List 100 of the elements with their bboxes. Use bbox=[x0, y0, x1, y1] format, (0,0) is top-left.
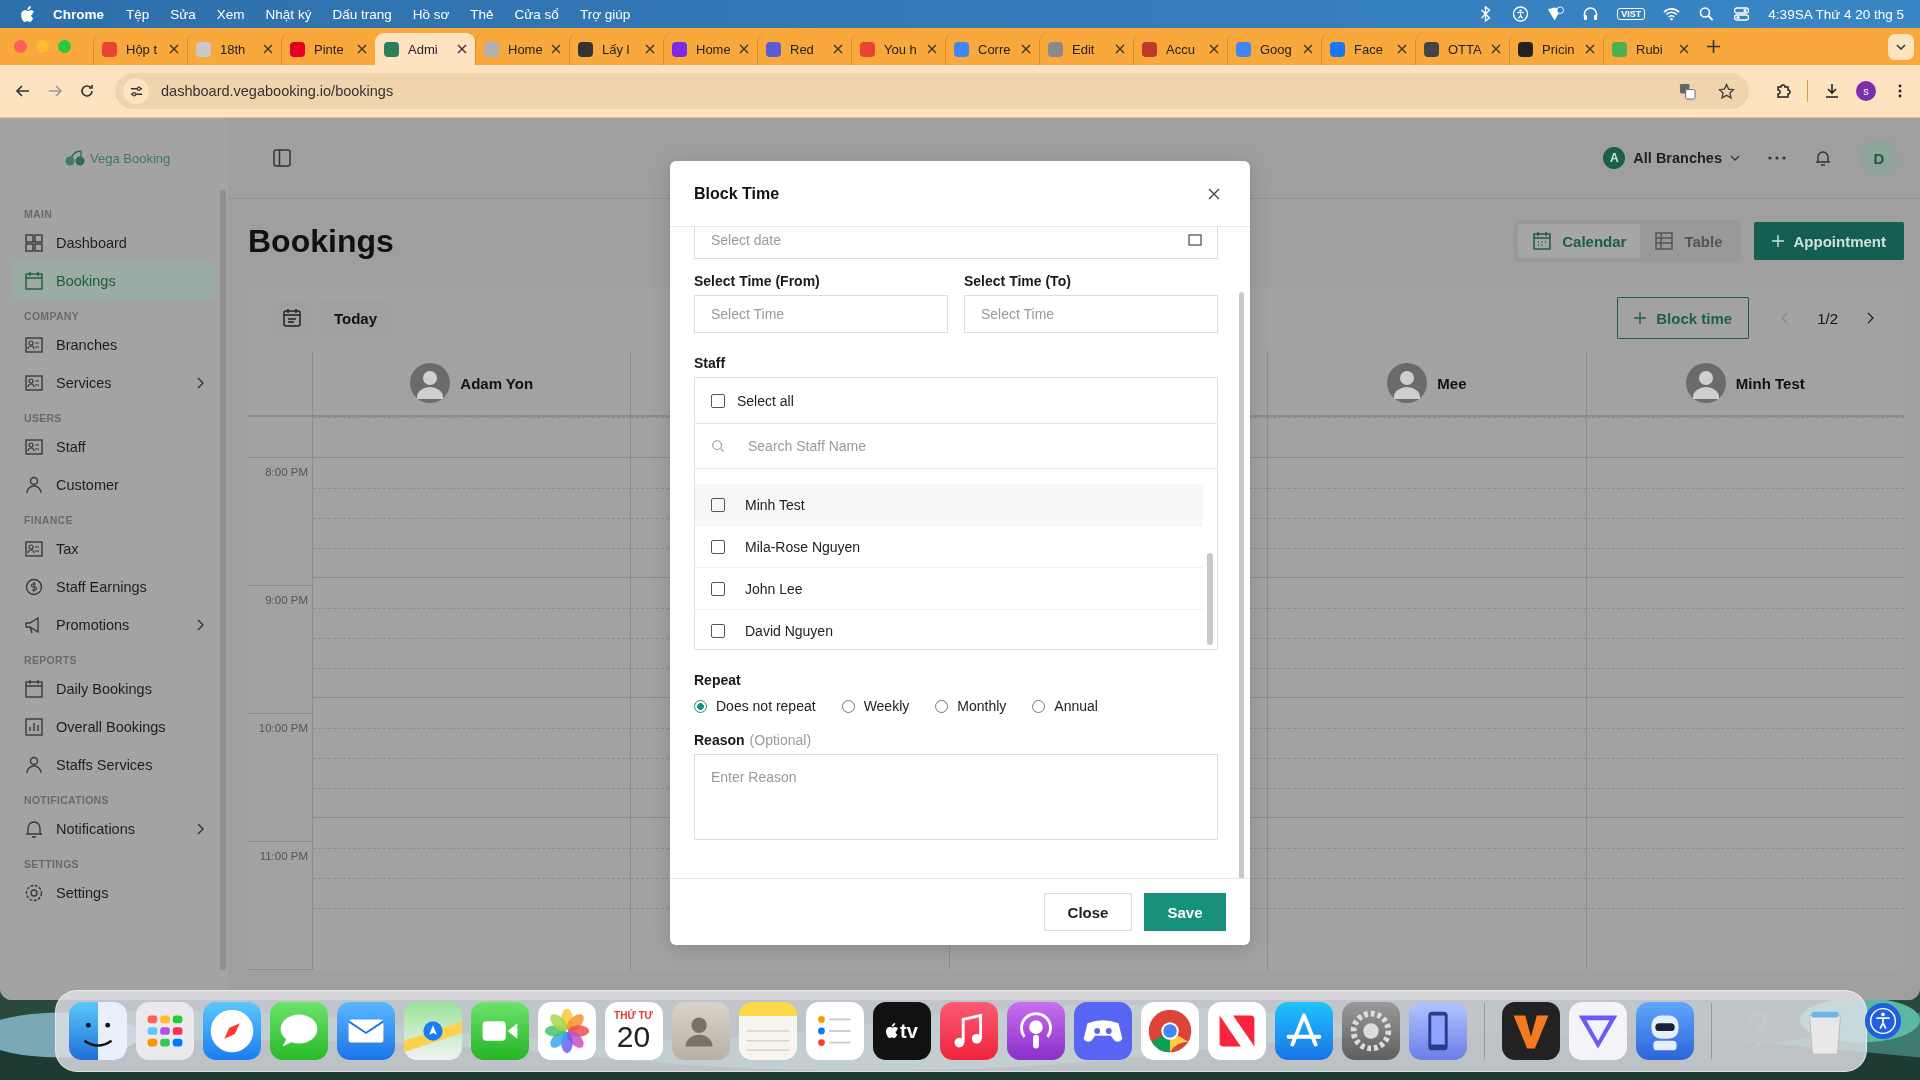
menu-item[interactable]: Hồ sơ bbox=[412, 6, 450, 22]
close-button[interactable]: Close bbox=[1044, 893, 1132, 931]
gear-icon[interactable] bbox=[1341, 1002, 1400, 1060]
menu-item[interactable]: Nhật ký bbox=[265, 6, 312, 22]
wifi-icon[interactable] bbox=[1663, 6, 1681, 22]
close-icon[interactable] bbox=[1209, 44, 1219, 54]
chevron-right-icon[interactable] bbox=[196, 377, 204, 389]
chat-bubble-icon[interactable] bbox=[269, 1002, 328, 1060]
nav-item[interactable]: Staff Earnings bbox=[12, 568, 216, 606]
envelope-icon[interactable] bbox=[336, 1002, 395, 1060]
close-icon[interactable] bbox=[1585, 44, 1595, 54]
chevron-right-icon[interactable] bbox=[196, 619, 204, 631]
save-button[interactable]: Save bbox=[1144, 893, 1226, 931]
close-icon[interactable] bbox=[833, 44, 843, 54]
nav-item[interactable]: Promotions bbox=[12, 606, 216, 644]
apple-logo-icon[interactable] bbox=[20, 5, 35, 23]
tab-search-button[interactable] bbox=[1888, 33, 1914, 60]
browser-logo-icon[interactable] bbox=[1140, 1002, 1199, 1060]
checkbox[interactable] bbox=[711, 539, 725, 554]
music-note-icon[interactable] bbox=[939, 1002, 998, 1060]
nav-item[interactable]: Settings bbox=[12, 874, 216, 912]
contact-card-icon[interactable] bbox=[671, 1002, 730, 1060]
compass-icon[interactable] bbox=[202, 1002, 261, 1060]
nav-item[interactable]: Staff bbox=[12, 428, 216, 466]
reason-field[interactable]: Enter Reason bbox=[694, 754, 1218, 840]
close-icon[interactable] bbox=[263, 44, 273, 54]
close-icon[interactable] bbox=[551, 44, 561, 54]
close-icon[interactable] bbox=[1491, 44, 1501, 54]
close-icon[interactable] bbox=[1021, 44, 1031, 54]
checkbox[interactable] bbox=[711, 581, 725, 596]
close-icon[interactable] bbox=[1397, 44, 1407, 54]
menu-item[interactable]: Trợ giúp bbox=[579, 6, 631, 22]
input-source-indicator[interactable]: VIST bbox=[1617, 8, 1646, 20]
accessibility-icon[interactable] bbox=[1864, 1002, 1902, 1040]
nav-item[interactable]: Daily Bookings bbox=[12, 670, 216, 708]
nav-item[interactable]: Tax bbox=[12, 530, 216, 568]
menu-item[interactable]: Cửa sổ bbox=[514, 6, 559, 22]
close-icon[interactable] bbox=[1115, 44, 1125, 54]
podcast-icon[interactable] bbox=[1006, 1002, 1065, 1060]
clock[interactable]: 4:39SA Thứ 4 20 thg 5 bbox=[1768, 6, 1904, 22]
calendar-app-icon[interactable]: THỨ TƯ 20 bbox=[604, 1002, 663, 1060]
close-icon[interactable] bbox=[739, 44, 749, 54]
checkbox[interactable] bbox=[711, 497, 725, 512]
checkbox[interactable] bbox=[711, 623, 725, 638]
menu-item[interactable]: Chrome bbox=[53, 6, 104, 22]
sidebar-toggle-icon[interactable] bbox=[273, 149, 291, 167]
address-bar[interactable]: dashboard.vegabooking.io/bookings bbox=[115, 73, 1749, 109]
close-icon[interactable] bbox=[645, 44, 655, 54]
reload-icon[interactable] bbox=[79, 83, 95, 99]
shield-icon[interactable] bbox=[1547, 6, 1565, 22]
news-icon[interactable] bbox=[1207, 1002, 1266, 1060]
back-icon[interactable] bbox=[15, 83, 31, 99]
control-center-icon[interactable] bbox=[1733, 6, 1751, 22]
menu-item[interactable]: Xem bbox=[216, 6, 245, 22]
nav-item[interactable]: Services bbox=[12, 364, 216, 402]
close-icon[interactable] bbox=[927, 44, 937, 54]
game-controller-icon[interactable] bbox=[1073, 1002, 1132, 1060]
bell-icon[interactable] bbox=[1814, 149, 1832, 167]
time-field[interactable]: Select Time bbox=[964, 295, 1218, 333]
download-icon[interactable] bbox=[1824, 83, 1840, 99]
robot-icon[interactable] bbox=[1635, 1002, 1694, 1060]
accessibility-icon[interactable] bbox=[1512, 6, 1530, 22]
time-field[interactable]: Select Time bbox=[694, 295, 948, 333]
menu-item[interactable]: Thẻ bbox=[470, 6, 494, 22]
new-tab-icon[interactable] bbox=[1707, 40, 1720, 53]
chevron-right-icon[interactable] bbox=[196, 823, 204, 835]
close-icon[interactable] bbox=[357, 44, 367, 54]
nav-item[interactable]: Notifications bbox=[12, 810, 216, 848]
scrollbar[interactable] bbox=[1239, 292, 1244, 878]
nav-item[interactable]: Dashboard bbox=[12, 224, 216, 262]
extensions-icon[interactable] bbox=[1775, 83, 1791, 99]
nav-item[interactable]: Staffs Services bbox=[12, 746, 216, 784]
face-icon[interactable] bbox=[68, 1002, 127, 1060]
menu-item[interactable]: Dấu trang bbox=[332, 6, 392, 22]
radio-button[interactable] bbox=[694, 699, 707, 713]
next-page-icon[interactable] bbox=[1866, 312, 1874, 324]
close-icon[interactable] bbox=[169, 44, 179, 54]
app-store-icon[interactable] bbox=[1274, 1002, 1333, 1060]
scrollbar[interactable] bbox=[1207, 553, 1213, 645]
map-icon[interactable] bbox=[403, 1002, 462, 1060]
nav-item[interactable]: Bookings bbox=[12, 262, 216, 300]
checkbox[interactable] bbox=[711, 393, 725, 408]
flower-icon[interactable] bbox=[537, 1002, 596, 1060]
branch-selector[interactable]: A All Branches bbox=[1603, 147, 1740, 169]
close-icon[interactable] bbox=[1208, 187, 1220, 200]
nav-item[interactable]: Customer bbox=[12, 466, 216, 504]
headphones-icon[interactable] bbox=[1582, 6, 1600, 22]
tune-icon[interactable] bbox=[128, 83, 144, 99]
profile-avatar[interactable]: s bbox=[1856, 81, 1876, 101]
menu-item[interactable]: Sửa bbox=[170, 6, 196, 22]
date-field[interactable]: Select date bbox=[694, 227, 1218, 259]
translate-icon[interactable] bbox=[1679, 82, 1696, 100]
close-icon[interactable] bbox=[457, 44, 467, 54]
menu-item[interactable]: Tệp bbox=[126, 6, 150, 22]
video-camera-icon[interactable] bbox=[470, 1002, 529, 1060]
close-icon[interactable] bbox=[1679, 44, 1689, 54]
tv-app-icon[interactable]: tv bbox=[872, 1002, 931, 1060]
star-icon[interactable] bbox=[1718, 82, 1735, 100]
grid-icon[interactable] bbox=[135, 1002, 194, 1060]
close-icon[interactable] bbox=[1303, 44, 1313, 54]
